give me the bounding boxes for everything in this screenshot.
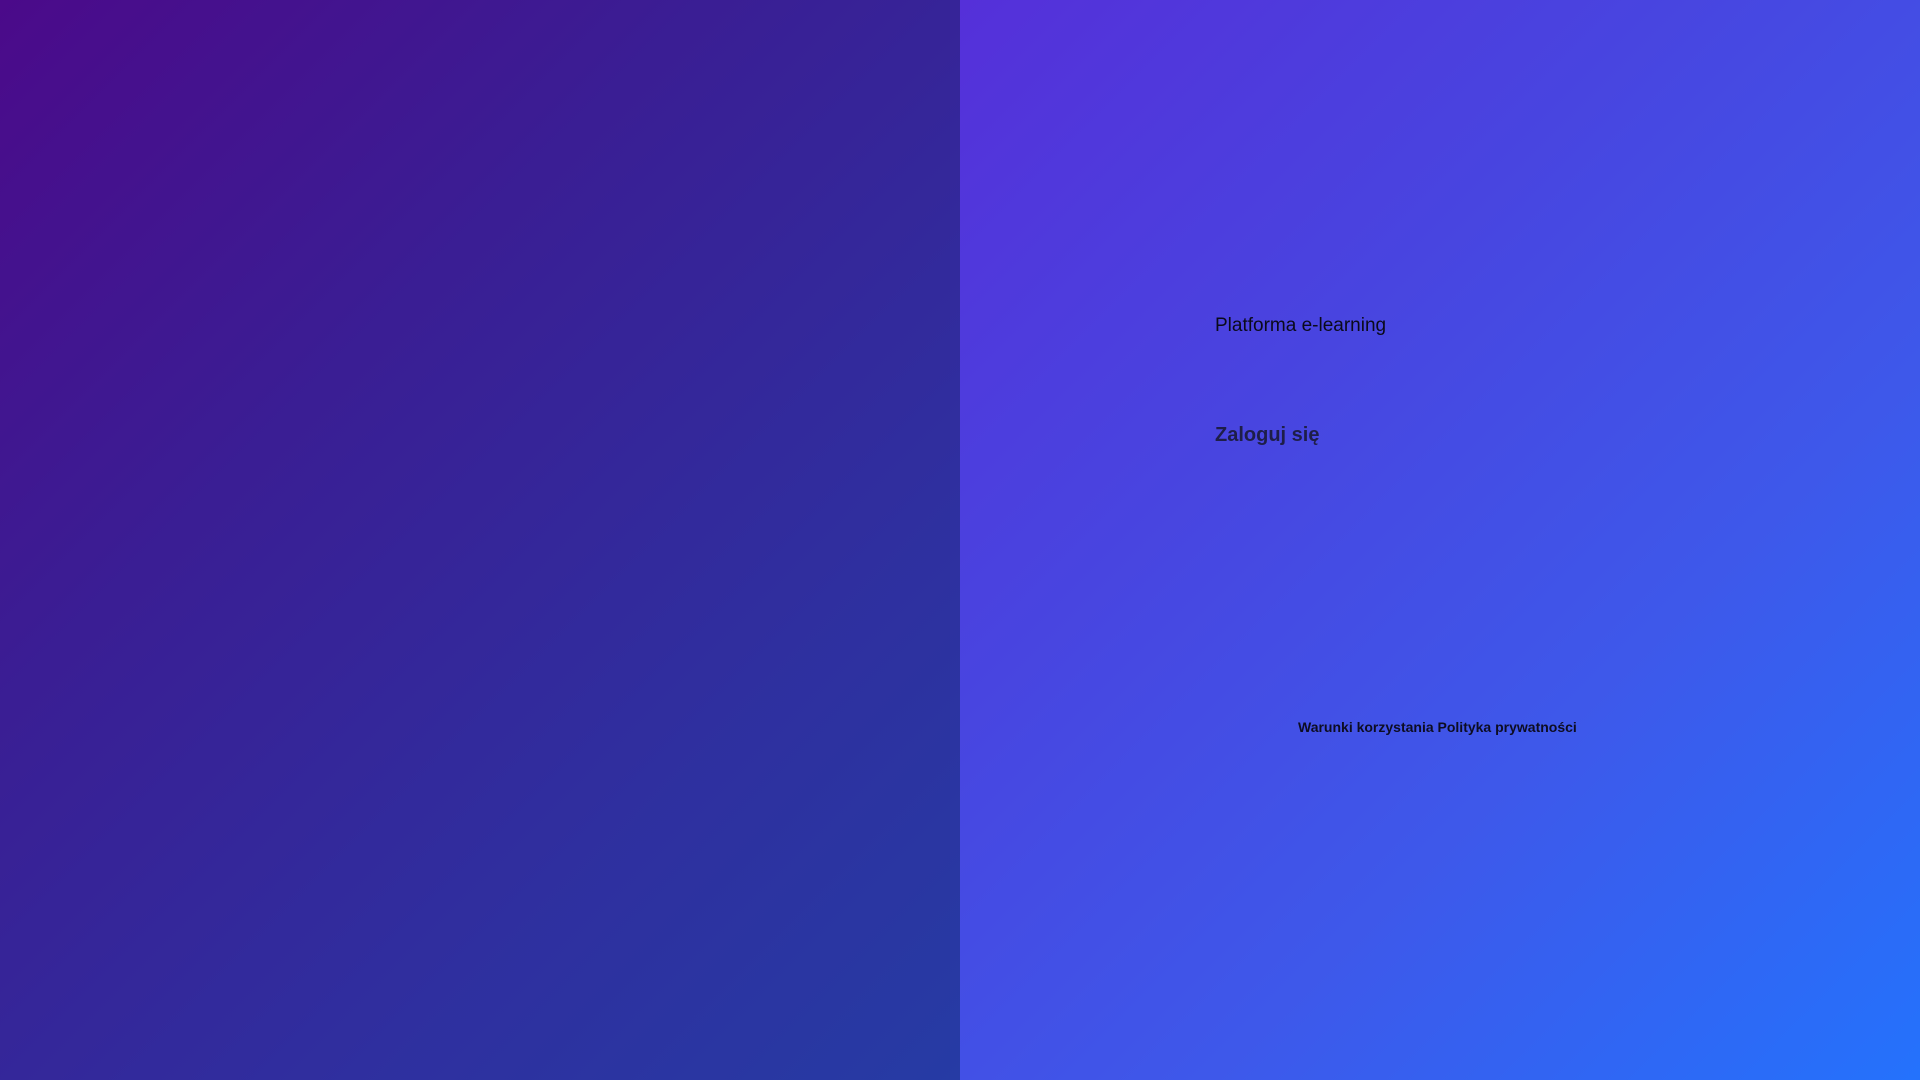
login-heading: Zaloguj się	[1215, 424, 1320, 446]
right-login-panel: Platforma e-learning Zaloguj się Warunki…	[960, 0, 1920, 1080]
platform-title: Platforma e-learning	[1215, 315, 1387, 336]
left-hero-panel	[0, 0, 960, 1080]
login-block: Platforma e-learning Zaloguj się	[1215, 310, 1665, 446]
footer-links: Warunki korzystania Polityka prywatności	[1298, 719, 1577, 735]
privacy-link[interactable]: Polityka prywatności	[1438, 719, 1577, 735]
terms-link[interactable]: Warunki korzystania	[1298, 719, 1434, 735]
